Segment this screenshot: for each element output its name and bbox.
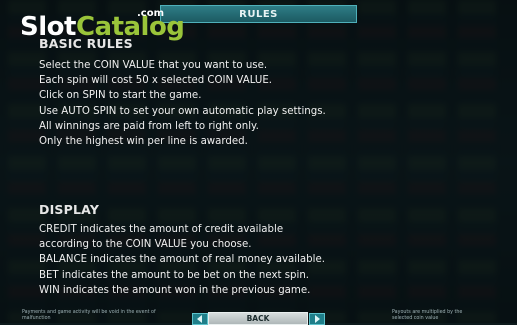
arrow-left-icon — [197, 315, 202, 323]
list-item: Select the COIN VALUE that you want to u… — [39, 60, 268, 71]
list-item: Each spin will cost 50 x selected COIN V… — [39, 75, 273, 87]
list-item: Use AUTO SPIN to set your own automatic … — [39, 105, 326, 117]
back-button[interactable]: BACK — [208, 312, 308, 325]
list-item: BET indicates the amount to be bet on th… — [39, 269, 310, 281]
list-item: according to the COIN VALUE you choose. — [39, 239, 252, 251]
slotcatalog-logo: SlotCatalog .com — [20, 6, 185, 42]
logo-com-suffix: .com — [137, 8, 165, 19]
list-item: Click on SPIN to start the game. — [39, 90, 202, 102]
display-heading: DISPLAY — [39, 202, 100, 217]
footer-left-note: Payments and game activity will be void … — [22, 310, 156, 321]
basic-rules-heading: BASIC RULES — [39, 36, 133, 51]
prev-page-button[interactable] — [192, 313, 208, 325]
footer-right-note: Payouts are multiplied by the selected c… — [392, 310, 463, 321]
list-item: BALANCE indicates the amount of real mon… — [39, 254, 325, 266]
basic-rules-list: Select the COIN VALUE that you want to u… — [39, 58, 326, 149]
list-item: All winnings are paid from left to right… — [39, 120, 259, 132]
back-button-label: BACK — [246, 314, 270, 323]
rules-title-bar: RULES — [160, 5, 357, 23]
display-list: CREDIT indicates the amount of credit av… — [39, 222, 325, 298]
page-title: RULES — [239, 8, 278, 20]
arrow-right-icon — [315, 315, 320, 323]
list-item: WIN indicates the amount won in the prev… — [39, 284, 311, 296]
list-item: Only the highest win per line is awarded… — [39, 136, 248, 148]
list-item: CREDIT indicates the amount of credit av… — [39, 224, 284, 235]
next-page-button[interactable] — [309, 313, 325, 325]
